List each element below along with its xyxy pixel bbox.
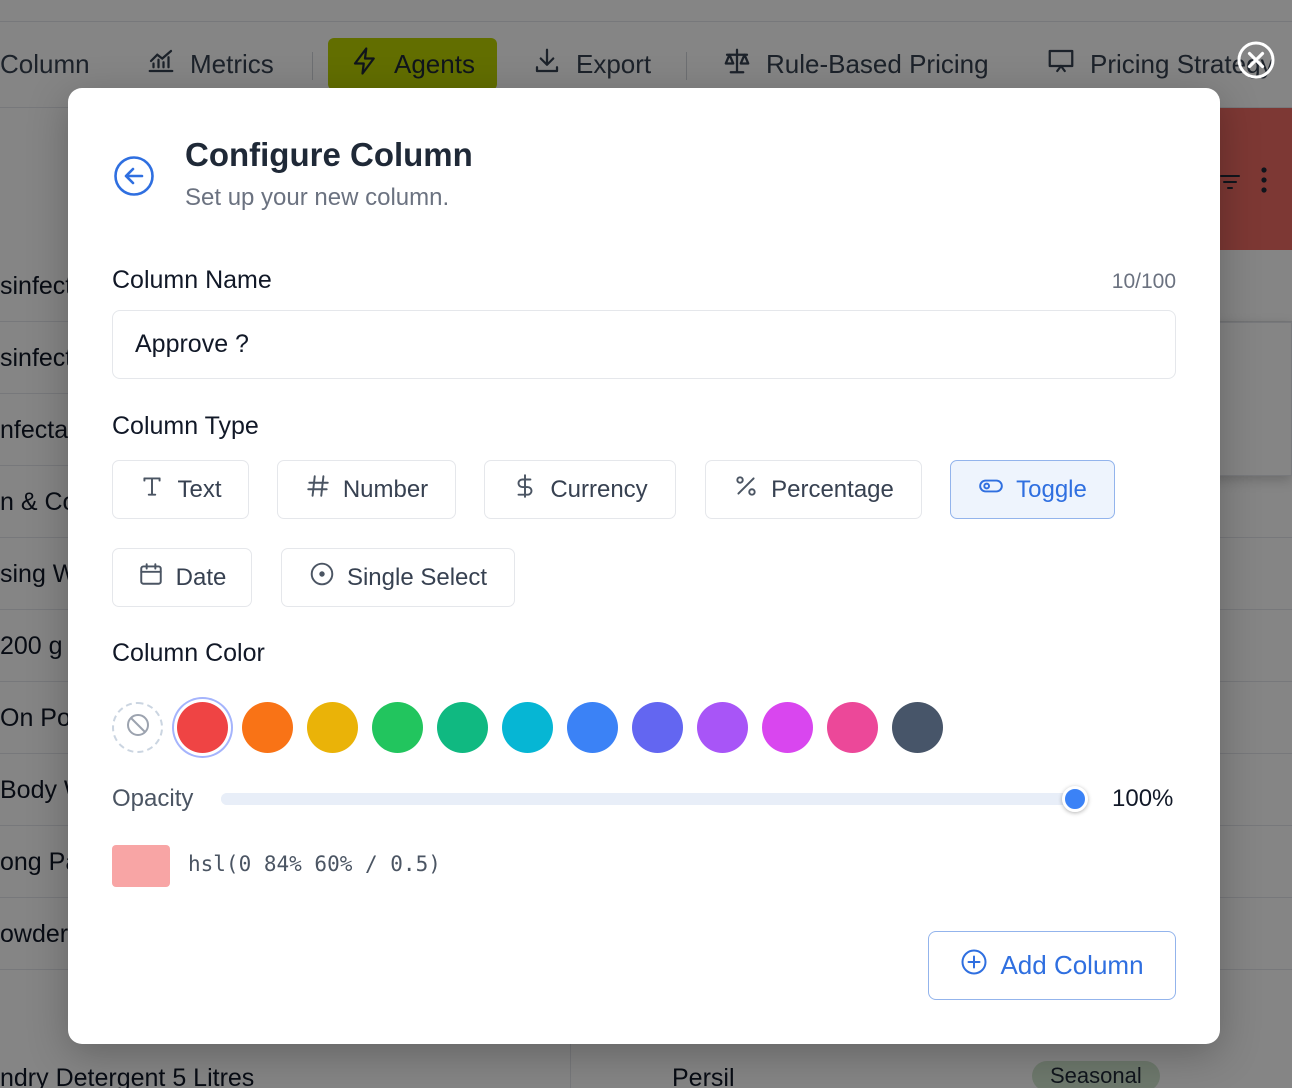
color-swatch[interactable]: [567, 702, 618, 753]
color-swatch[interactable]: [177, 702, 228, 753]
type-date-button[interactable]: Date: [112, 548, 252, 607]
dialog-subtitle: Set up your new column.: [185, 184, 450, 211]
color-swatch[interactable]: [827, 702, 878, 753]
type-toggle-label: Toggle: [1016, 475, 1087, 503]
toggle-icon: [978, 473, 1004, 506]
dialog-title: Configure Column: [185, 136, 473, 173]
add-column-label: Add Column: [1000, 950, 1144, 980]
type-number-label: Number: [342, 475, 429, 503]
opacity-slider-handle[interactable]: [1062, 786, 1088, 812]
hash-icon: [305, 473, 331, 506]
configure-column-dialog: Configure Column Set up your new column.…: [68, 88, 1220, 1044]
column-name-input[interactable]: [112, 310, 1176, 379]
close-icon: [1236, 41, 1276, 84]
arrow-left-circle-icon: [112, 156, 156, 202]
color-preview-swatch: [112, 845, 170, 887]
opacity-slider-fill: [221, 793, 1075, 805]
color-swatch-none[interactable]: [112, 702, 163, 753]
column-name-label: Column Name: [112, 266, 272, 294]
add-column-button[interactable]: Add Column: [928, 931, 1176, 1000]
type-single-select-label: Single Select: [346, 563, 488, 591]
color-swatch[interactable]: [762, 702, 813, 753]
type-percentage-label: Percentage: [771, 475, 894, 503]
type-currency-button[interactable]: Currency: [484, 460, 676, 519]
type-percentage-button[interactable]: Percentage: [705, 460, 922, 519]
color-swatch[interactable]: [372, 702, 423, 753]
column-type-label: Column Type: [112, 412, 259, 440]
type-single-select-button[interactable]: Single Select: [281, 548, 515, 607]
opacity-value: 100%: [1112, 785, 1174, 812]
circle-dot-icon: [309, 561, 335, 594]
percent-icon: [733, 473, 759, 506]
type-toggle-button[interactable]: Toggle: [950, 460, 1115, 519]
plus-circle-icon: [960, 948, 988, 983]
calendar-icon: [138, 561, 164, 594]
color-swatch[interactable]: [307, 702, 358, 753]
color-swatch[interactable]: [437, 702, 488, 753]
color-swatch[interactable]: [697, 702, 748, 753]
character-counter: 10/100: [1111, 270, 1176, 293]
dollar-icon: [512, 473, 538, 506]
opacity-label: Opacity: [112, 785, 194, 812]
color-swatch[interactable]: [632, 702, 683, 753]
close-dialog-button[interactable]: [1236, 40, 1276, 80]
no-color-icon: [125, 712, 151, 743]
column-color-label: Column Color: [112, 639, 265, 667]
type-number-button[interactable]: Number: [277, 460, 456, 519]
type-text-label: Text: [177, 475, 222, 503]
type-text-button[interactable]: Text: [112, 460, 249, 519]
color-swatch[interactable]: [892, 702, 943, 753]
color-swatch[interactable]: [242, 702, 293, 753]
text-icon: [139, 473, 165, 506]
color-swatch[interactable]: [502, 702, 553, 753]
type-currency-label: Currency: [550, 475, 648, 503]
type-date-label: Date: [175, 563, 227, 591]
color-value-text: hsl(0 84% 60% / 0.5): [188, 852, 441, 876]
back-button[interactable]: [112, 154, 156, 198]
opacity-slider[interactable]: [221, 786, 1088, 812]
